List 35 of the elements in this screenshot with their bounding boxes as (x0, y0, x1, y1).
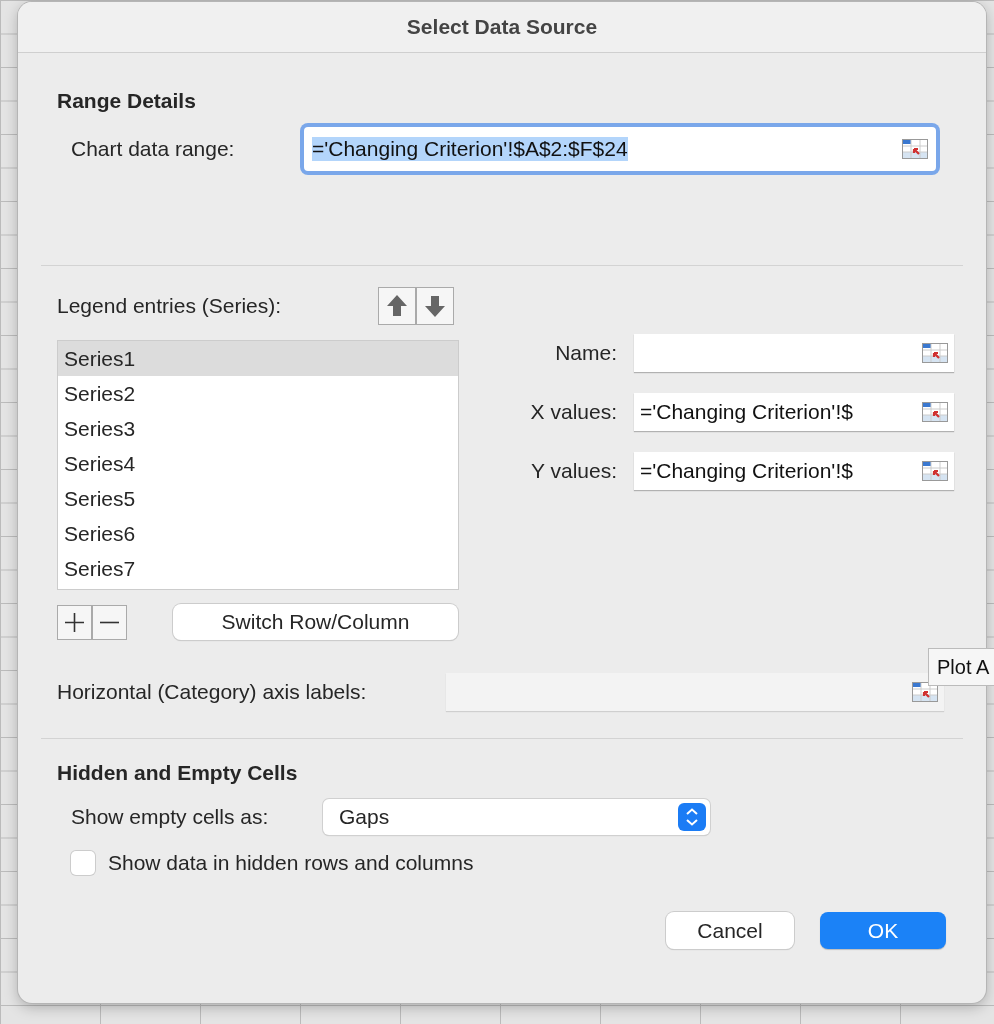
section-heading: Hidden and Empty Cells (57, 761, 299, 785)
move-down-button[interactable] (416, 287, 454, 325)
series-item[interactable]: Series7 (58, 551, 458, 586)
checkbox-label: Show data in hidden rows and columns (108, 851, 474, 875)
section-label: Legend entries (Series): (57, 294, 283, 318)
series-item[interactable]: Series2 (58, 376, 458, 411)
cancel-button[interactable]: Cancel (666, 912, 794, 949)
field-label: Name: (554, 341, 617, 365)
add-button[interactable] (57, 604, 92, 640)
tooltip: Plot A (928, 648, 994, 686)
move-up-button[interactable] (378, 287, 416, 325)
field-label: Y values: (530, 459, 617, 483)
series-item[interactable]: Series4 (58, 446, 458, 481)
series-field[interactable] (634, 334, 954, 372)
range-picker-icon[interactable] (902, 139, 928, 159)
range-picker-icon[interactable] (922, 402, 948, 422)
series-field[interactable]: ='Changing Criterion'!$ (634, 393, 954, 431)
section-heading: Range Details (57, 89, 197, 113)
field-label: Horizontal (Category) axis labels: (57, 680, 368, 704)
series-item[interactable]: Series6 (58, 516, 458, 551)
empty-cells-dropdown[interactable]: Gaps (323, 799, 710, 835)
field-label: Show empty cells as: (71, 805, 270, 829)
field-label: X values: (529, 400, 617, 424)
series-field[interactable]: ='Changing Criterion'!$ (634, 452, 954, 490)
ok-button[interactable]: OK (820, 912, 946, 949)
stepper-icon[interactable] (678, 803, 706, 831)
series-item[interactable]: Series1 (58, 341, 458, 376)
checkbox[interactable] (71, 851, 95, 875)
range-picker-icon[interactable] (922, 461, 948, 481)
series-item[interactable]: Series5 (58, 481, 458, 516)
window-title: Select Data Source (406, 15, 598, 39)
field-label: Chart data range: (71, 137, 236, 161)
range-picker-icon[interactable] (922, 343, 948, 363)
series-item[interactable]: Series3 (58, 411, 458, 446)
switch-row-column-button[interactable]: Switch Row/Column (173, 604, 458, 640)
